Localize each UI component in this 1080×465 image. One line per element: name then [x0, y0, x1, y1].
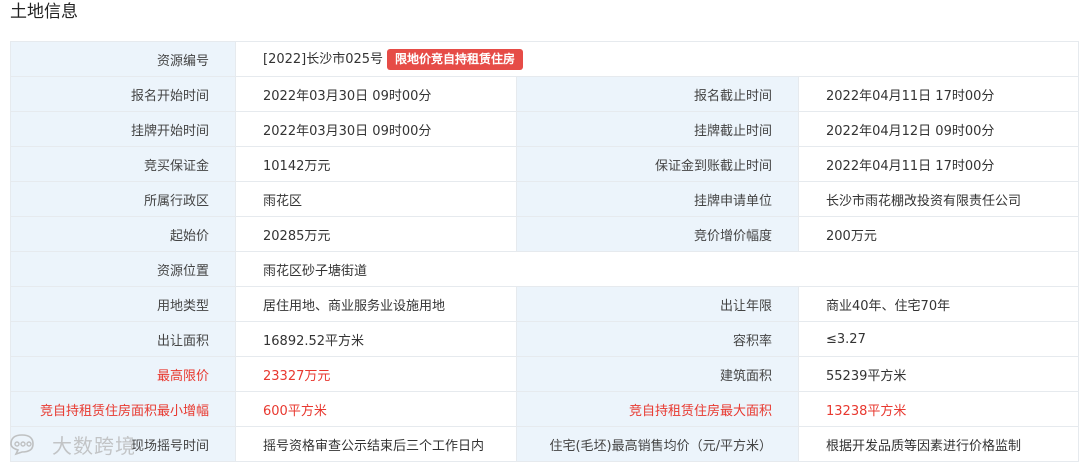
- lease-term-value: 商业40年、住宅70年: [797, 286, 1080, 322]
- district-label: 所属行政区: [10, 181, 236, 217]
- rental-min-increment-label: 竞自持租赁住房面积最小增幅: [10, 391, 236, 427]
- listing-start-label: 挂牌开始时间: [10, 111, 236, 147]
- table-row: 现场摇号时间 摇号资格审查公示结束后三个工作日内 住宅(毛坯)最高销售均价（元/…: [10, 426, 1080, 462]
- deposit-deadline-label: 保证金到账截止时间: [516, 146, 799, 182]
- bid-increment-label: 竞价增价幅度: [516, 216, 799, 252]
- start-price-value: 20285万元: [235, 216, 517, 252]
- table-row: 所属行政区 雨花区 挂牌申请单位 长沙市雨花棚改投资有限责任公司: [10, 181, 1080, 217]
- signup-start-label: 报名开始时间: [10, 76, 236, 112]
- table-row: 最高限价 23327万元 建筑面积 55239平方米: [10, 356, 1080, 392]
- applicant-value: 长沙市雨花棚改投资有限责任公司: [797, 181, 1080, 217]
- deposit-deadline-value: 2022年04月11日 17时00分: [797, 146, 1080, 182]
- signup-start-value: 2022年03月30日 09时00分: [235, 76, 517, 112]
- rental-max-area-label: 竞自持租赁住房最大面积: [516, 391, 799, 427]
- location-label: 资源位置: [10, 251, 236, 287]
- bid-increment-value: 200万元: [797, 216, 1080, 252]
- deposit-value: 10142万元: [235, 146, 517, 182]
- max-price-value: 23327万元: [235, 356, 517, 392]
- table-row: 起始价 20285万元 竞价增价幅度 200万元: [10, 216, 1080, 252]
- resource-id-label: 资源编号: [10, 41, 236, 77]
- table-row: 竞自持租赁住房面积最小增幅 600平方米 竞自持租赁住房最大面积 13238平方…: [10, 391, 1080, 427]
- signup-end-label: 报名截止时间: [516, 76, 799, 112]
- start-price-label: 起始价: [10, 216, 236, 252]
- table-row: 报名开始时间 2022年03月30日 09时00分 报名截止时间 2022年04…: [10, 76, 1080, 112]
- section-title: 土地信息: [10, 2, 78, 22]
- resource-id-value: [2022]长沙市025号: [263, 52, 384, 67]
- table-row: 资源位置 雨花区砂子塘街道: [10, 251, 1080, 287]
- resource-id-cell: [2022]长沙市025号 限地价竞自持租赁住房: [234, 41, 1080, 77]
- lottery-time-value: 摇号资格审查公示结束后三个工作日内: [235, 426, 517, 462]
- land-type-badge: 限地价竞自持租赁住房: [387, 49, 524, 70]
- district-value: 雨花区: [235, 181, 517, 217]
- rental-min-increment-value: 600平方米: [235, 391, 517, 427]
- table-row: 用地类型 居住用地、商业服务业设施用地 出让年限 商业40年、住宅70年: [10, 286, 1080, 322]
- land-info-table: 资源编号 [2022]长沙市025号 限地价竞自持租赁住房 报名开始时间 2022…: [10, 41, 1080, 462]
- land-use-value: 居住用地、商业服务业设施用地: [235, 286, 517, 322]
- location-value: 雨花区砂子塘街道: [234, 251, 1080, 287]
- listing-start-value: 2022年03月30日 09时00分: [235, 111, 517, 147]
- listing-end-value: 2022年04月12日 09时00分: [797, 111, 1080, 147]
- plot-ratio-value: ≤3.27: [797, 321, 1080, 357]
- max-price-label: 最高限价: [10, 356, 236, 392]
- applicant-label: 挂牌申请单位: [516, 181, 799, 217]
- table-row: 资源编号 [2022]长沙市025号 限地价竞自持租赁住房: [10, 41, 1080, 77]
- lease-term-label: 出让年限: [516, 286, 799, 322]
- deposit-label: 竞买保证金: [10, 146, 236, 182]
- land-area-label: 出让面积: [10, 321, 236, 357]
- table-row: 挂牌开始时间 2022年03月30日 09时00分 挂牌截止时间 2022年04…: [10, 111, 1080, 147]
- building-area-label: 建筑面积: [516, 356, 799, 392]
- land-use-label: 用地类型: [10, 286, 236, 322]
- lottery-time-label: 现场摇号时间: [10, 426, 236, 462]
- signup-end-value: 2022年04月11日 17时00分: [797, 76, 1080, 112]
- listing-end-label: 挂牌截止时间: [516, 111, 799, 147]
- land-area-value: 16892.52平方米: [235, 321, 517, 357]
- table-row: 出让面积 16892.52平方米 容积率 ≤3.27: [10, 321, 1080, 357]
- plot-ratio-label: 容积率: [516, 321, 799, 357]
- rental-max-area-value: 13238平方米: [797, 391, 1080, 427]
- table-row: 竞买保证金 10142万元 保证金到账截止时间 2022年04月11日 17时0…: [10, 146, 1080, 182]
- max-sale-price-value: 根据开发品质等因素进行价格监制: [797, 426, 1080, 462]
- building-area-value: 55239平方米: [797, 356, 1080, 392]
- max-sale-price-label: 住宅(毛坯)最高销售均价（元/平方米）: [516, 426, 799, 462]
